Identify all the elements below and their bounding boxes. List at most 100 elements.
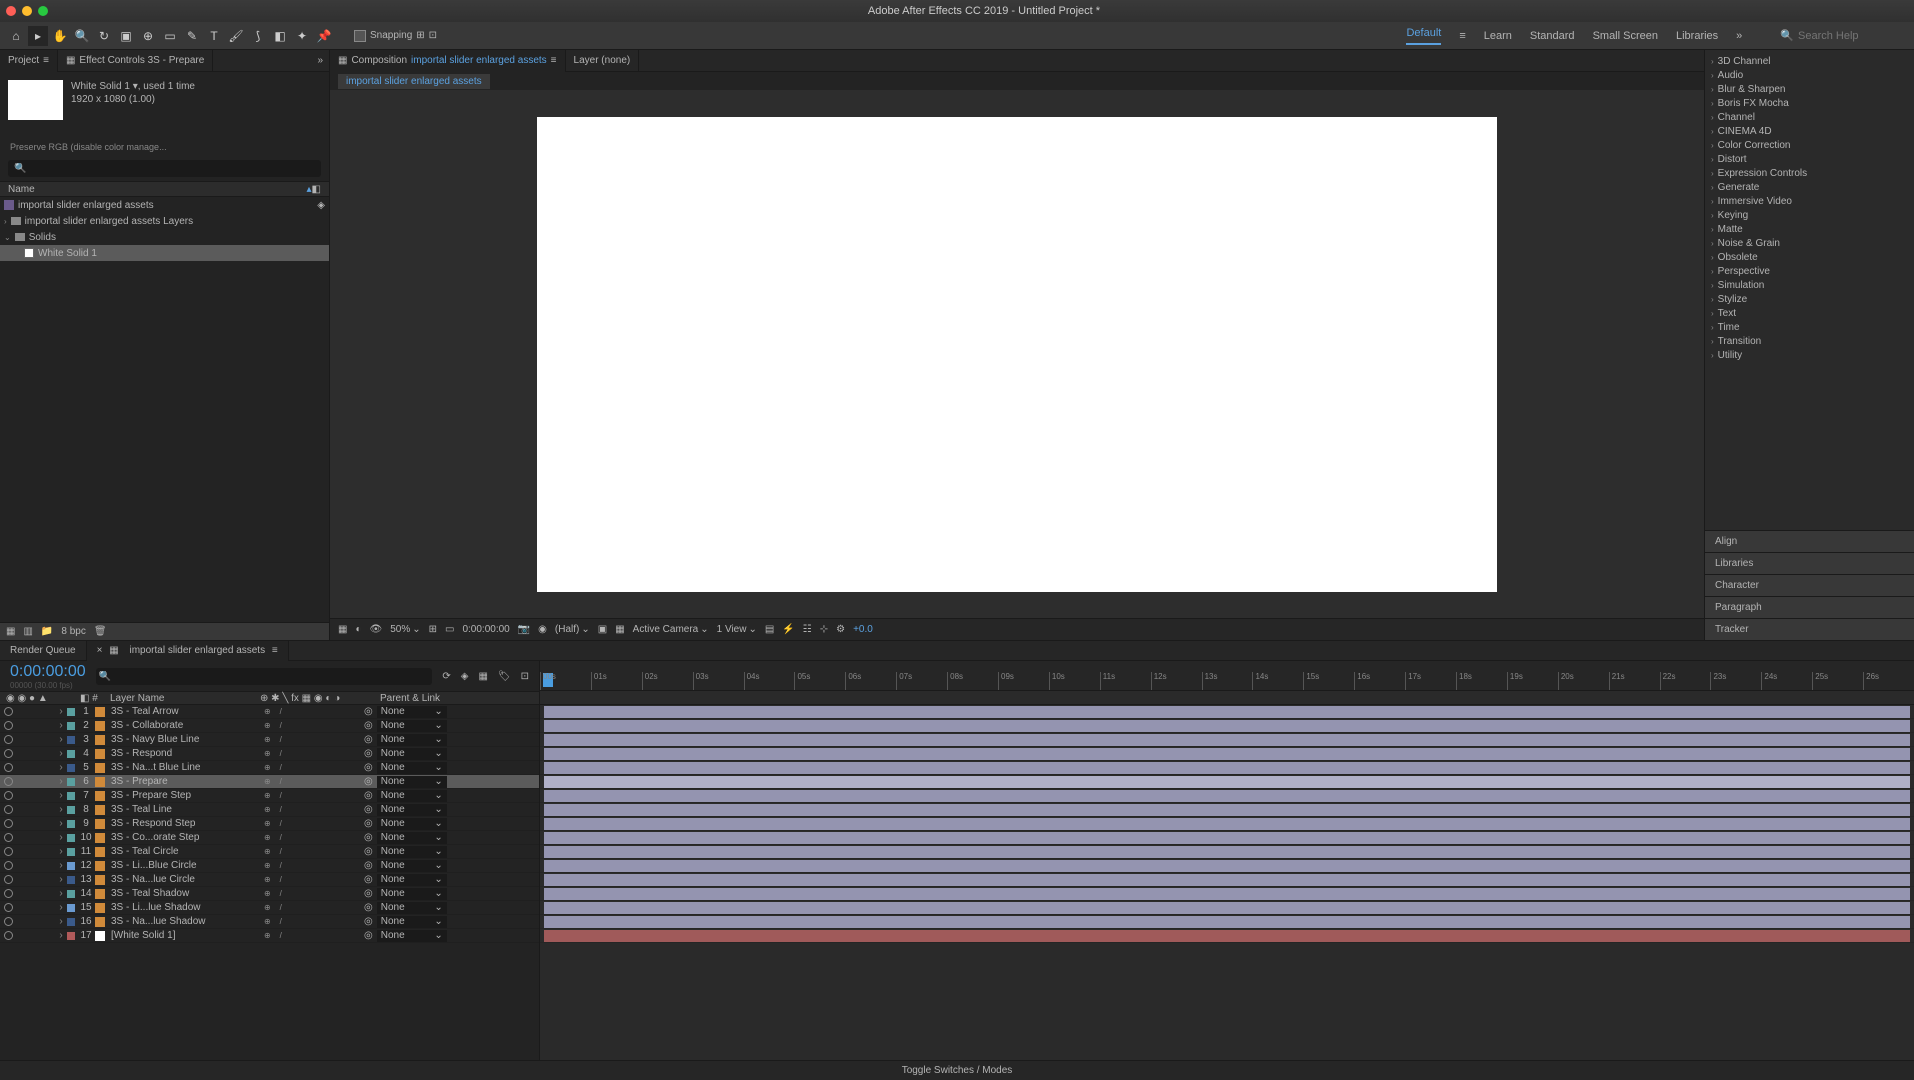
disclosure-icon[interactable]: › xyxy=(55,874,67,885)
layer-name[interactable]: 3S - Na...t Blue Line xyxy=(109,762,264,773)
label-color-icon[interactable] xyxy=(67,778,75,786)
visibility-icon[interactable] xyxy=(4,749,13,758)
tl-icon4[interactable]: 🏷 xyxy=(498,671,511,682)
disclosure-open-icon[interactable]: ⌄ xyxy=(4,233,11,242)
composition-canvas[interactable] xyxy=(537,117,1497,592)
tab-menu-icon[interactable]: ≡ xyxy=(43,55,49,66)
parent-dropdown[interactable]: None⌄ xyxy=(377,818,447,830)
effect-category[interactable]: ›Simulation xyxy=(1705,278,1914,292)
layer-bar-track[interactable] xyxy=(540,873,1914,887)
layer-switches[interactable]: ⊕ / xyxy=(264,903,364,912)
effect-category[interactable]: ›Time xyxy=(1705,320,1914,334)
layer-duration-bar[interactable] xyxy=(544,860,1910,872)
effect-category[interactable]: ›Channel xyxy=(1705,110,1914,124)
visibility-icon[interactable] xyxy=(4,721,13,730)
fast-preview-icon[interactable]: ⚡ xyxy=(782,624,794,635)
label-color-icon[interactable] xyxy=(67,848,75,856)
pickwhip-icon[interactable]: ◎ xyxy=(364,902,373,913)
layer-bar-track[interactable] xyxy=(540,859,1914,873)
layer-duration-bar[interactable] xyxy=(544,916,1910,928)
label-color-icon[interactable] xyxy=(67,750,75,758)
disclosure-icon[interactable]: › xyxy=(55,748,67,759)
layer-bar-track[interactable] xyxy=(540,817,1914,831)
project-asset-list[interactable]: importal slider enlarged assets ◈ › impo… xyxy=(0,197,329,622)
pickwhip-icon[interactable]: ◎ xyxy=(364,832,373,843)
layer-name[interactable]: 3S - Respond xyxy=(109,748,264,759)
asset-solid-white[interactable]: White Solid 1 xyxy=(0,245,329,261)
visibility-icon[interactable] xyxy=(4,819,13,828)
view-select[interactable]: 1 View ⌄ xyxy=(717,624,757,635)
label-color-icon[interactable] xyxy=(67,736,75,744)
parent-dropdown[interactable]: None⌄ xyxy=(377,790,447,802)
layer-duration-bar[interactable] xyxy=(544,874,1910,886)
layer-name[interactable]: 3S - Prepare Step xyxy=(109,790,264,801)
layer-name[interactable]: 3S - Prepare xyxy=(109,776,264,787)
layer-row[interactable]: ›53S - Na...t Blue Line⊕ /◎None⌄ xyxy=(0,761,539,775)
effect-category[interactable]: ›Keying xyxy=(1705,208,1914,222)
visibility-icon[interactable] xyxy=(4,889,13,898)
layer-bar-track[interactable] xyxy=(540,719,1914,733)
parent-dropdown[interactable]: None⌄ xyxy=(377,748,447,760)
parent-dropdown[interactable]: None⌄ xyxy=(377,804,447,816)
visibility-icon[interactable] xyxy=(4,931,13,940)
timeline-footer-toggle[interactable]: Toggle Switches / Modes xyxy=(0,1060,1914,1080)
disclosure-icon[interactable]: › xyxy=(55,734,67,745)
timecode-display[interactable]: 0:00:00:00 xyxy=(462,624,509,635)
layer-name[interactable]: 3S - Co...orate Step xyxy=(109,832,264,843)
reset-exposure-icon[interactable]: ⚙ xyxy=(836,624,845,635)
effect-controls-tab[interactable]: ▦Effect Controls 3S - Prepare xyxy=(58,50,213,72)
zoom-select[interactable]: 50% ⌄ xyxy=(390,624,420,635)
visibility-icon[interactable] xyxy=(4,875,13,884)
hand-tool-icon[interactable]: ✋ xyxy=(50,26,70,46)
time-ruler[interactable]: 00s01s02s03s04s05s06s07s08s09s10s11s12s1… xyxy=(540,661,1914,691)
interpret-icon[interactable]: ▦ xyxy=(6,626,15,637)
roi-icon[interactable]: ▣ xyxy=(598,624,607,635)
effect-category[interactable]: ›Obsolete xyxy=(1705,250,1914,264)
layer-bar-track[interactable] xyxy=(540,747,1914,761)
layer-duration-bar[interactable] xyxy=(544,888,1910,900)
workspace-more-icon[interactable]: » xyxy=(1736,30,1742,42)
asset-comp[interactable]: importal slider enlarged assets ◈ xyxy=(0,197,329,213)
layer-switches[interactable]: ⊕ / xyxy=(264,917,364,926)
render-queue-tab[interactable]: Render Queue xyxy=(0,641,87,661)
parent-dropdown[interactable]: None⌄ xyxy=(377,776,447,788)
layer-bar-track[interactable] xyxy=(540,775,1914,789)
pickwhip-icon[interactable]: ◎ xyxy=(364,804,373,815)
snap-extra2-icon[interactable]: ⊡ xyxy=(429,30,437,41)
maximize-window-icon[interactable] xyxy=(38,6,48,16)
pickwhip-icon[interactable]: ◎ xyxy=(364,930,373,941)
new-comp-icon[interactable]: ▥ xyxy=(23,626,32,637)
layer-name[interactable]: 3S - Li...lue Shadow xyxy=(109,902,264,913)
pickwhip-icon[interactable]: ◎ xyxy=(364,776,373,787)
layer-tab[interactable]: Layer (none) xyxy=(566,50,640,72)
layer-switches[interactable]: ⊕ / xyxy=(264,791,364,800)
layer-row[interactable]: ›123S - Li...Blue Circle⊕ /◎None⌄ xyxy=(0,859,539,873)
side-panel-character[interactable]: Character xyxy=(1705,574,1914,596)
side-panel-libraries[interactable]: Libraries xyxy=(1705,552,1914,574)
composition-viewer[interactable] xyxy=(330,90,1704,618)
effect-category[interactable]: ›3D Channel xyxy=(1705,54,1914,68)
label-color-icon[interactable] xyxy=(67,890,75,898)
tl-icon3[interactable]: ▦ xyxy=(478,671,487,682)
workspace-learn[interactable]: Learn xyxy=(1484,30,1512,42)
disclosure-icon[interactable]: › xyxy=(55,804,67,815)
effect-category[interactable]: ›Text xyxy=(1705,306,1914,320)
side-panel-align[interactable]: Align xyxy=(1705,530,1914,552)
layer-row[interactable]: ›83S - Teal Line⊕ /◎None⌄ xyxy=(0,803,539,817)
pickwhip-icon[interactable]: ◎ xyxy=(364,916,373,927)
label-color-icon[interactable] xyxy=(67,764,75,772)
asset-folder-solids[interactable]: ⌄ Solids xyxy=(0,229,329,245)
layer-row[interactable]: ›23S - Collaborate⊕ /◎None⌄ xyxy=(0,719,539,733)
layer-row[interactable]: ›163S - Na...lue Shadow⊕ /◎None⌄ xyxy=(0,915,539,929)
effect-category[interactable]: ›Immersive Video xyxy=(1705,194,1914,208)
visibility-icon[interactable] xyxy=(4,917,13,926)
pan-behind-tool-icon[interactable]: ⊕ xyxy=(138,26,158,46)
layer-row[interactable]: ›153S - Li...lue Shadow⊕ /◎None⌄ xyxy=(0,901,539,915)
disclosure-icon[interactable]: › xyxy=(55,818,67,829)
color-mgmt-icon[interactable]: ◉ xyxy=(538,624,547,635)
layer-bar-track[interactable] xyxy=(540,733,1914,747)
zoom-tool-icon[interactable]: 🔍 xyxy=(72,26,92,46)
disclosure-icon[interactable]: › xyxy=(4,217,7,226)
effect-category[interactable]: ›Distort xyxy=(1705,152,1914,166)
layer-duration-bar[interactable] xyxy=(544,762,1910,774)
